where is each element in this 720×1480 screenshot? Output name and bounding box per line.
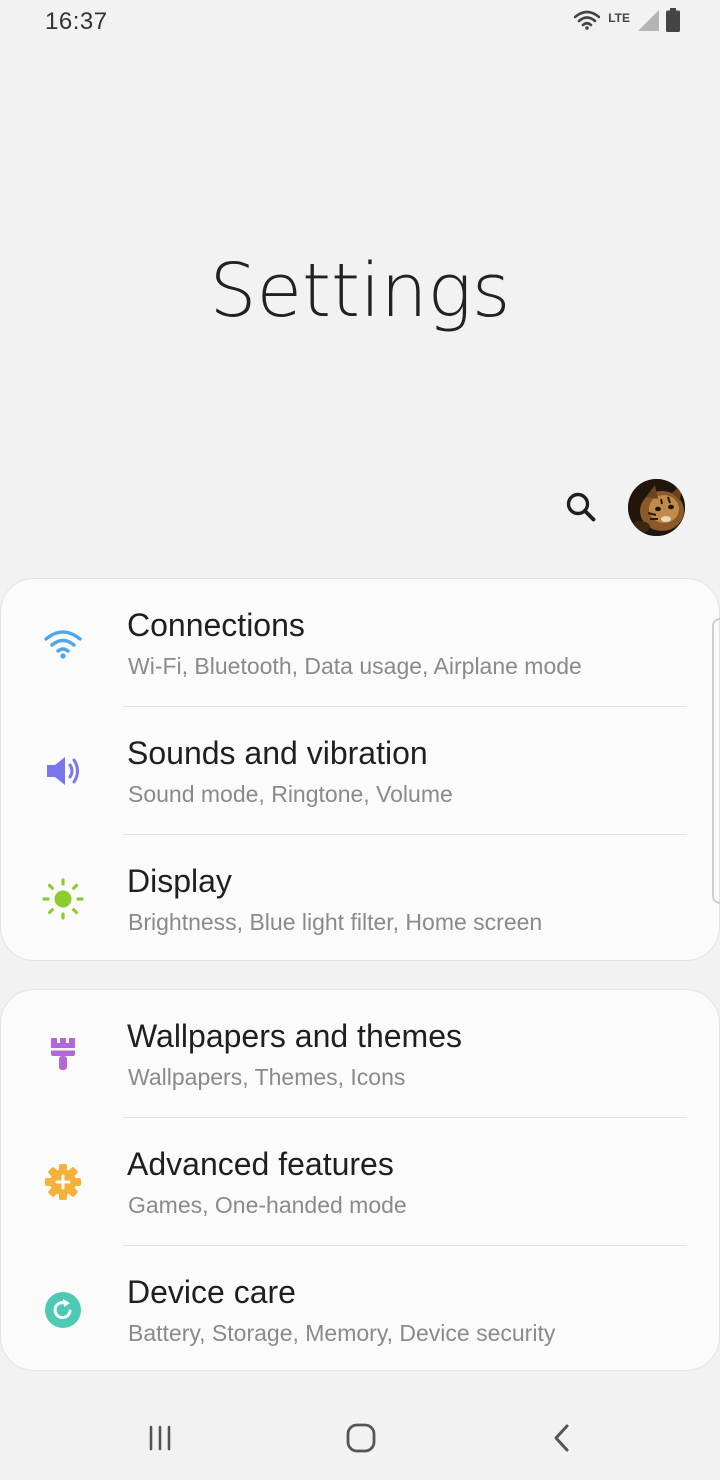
cell-signal-icon <box>636 8 660 37</box>
item-subtitle: Wallpapers, Themes, Icons <box>128 1064 406 1090</box>
settings-group-2: Wallpapers and themes Wallpapers, Themes… <box>0 989 720 1371</box>
item-subtitle: Games, One-handed mode <box>128 1192 407 1218</box>
item-title: Connections <box>127 607 305 643</box>
avatar-image <box>628 479 685 536</box>
item-title: Advanced features <box>127 1146 394 1182</box>
item-title: Display <box>127 863 232 899</box>
profile-avatar[interactable] <box>628 479 685 536</box>
search-icon <box>565 491 597 528</box>
scroll-indicator[interactable] <box>712 618 720 904</box>
settings-item-device-care[interactable]: Device care Battery, Storage, Memory, De… <box>1 1246 719 1370</box>
item-title: Device care <box>127 1274 296 1310</box>
brightness-icon <box>41 877 85 921</box>
item-title: Sounds and vibration <box>127 735 428 771</box>
settings-item-connections[interactable]: Connections Wi-Fi, Bluetooth, Data usage… <box>1 579 719 707</box>
paintbrush-icon <box>41 1032 85 1076</box>
settings-group-1: Connections Wi-Fi, Bluetooth, Data usage… <box>0 578 720 961</box>
settings-item-wallpapers[interactable]: Wallpapers and themes Wallpapers, Themes… <box>1 990 719 1118</box>
recents-button[interactable] <box>140 1420 180 1460</box>
recents-icon <box>145 1424 175 1457</box>
device-care-icon <box>41 1288 85 1332</box>
battery-icon <box>666 7 680 37</box>
status-icons: LTE <box>573 7 680 37</box>
gear-plus-icon <box>41 1160 85 1204</box>
page-title: Settings <box>209 248 511 334</box>
item-subtitle: Sound mode, Ringtone, Volume <box>128 781 453 807</box>
wifi-signal-icon <box>573 10 601 35</box>
back-icon <box>549 1422 577 1459</box>
item-subtitle: Wi-Fi, Bluetooth, Data usage, Airplane m… <box>128 653 582 679</box>
search-button[interactable] <box>560 488 602 530</box>
settings-item-sounds[interactable]: Sounds and vibration Sound mode, Rington… <box>1 707 719 835</box>
network-type-label: LTE <box>608 11 630 25</box>
home-button[interactable] <box>341 1420 381 1460</box>
settings-item-display[interactable]: Display Brightness, Blue light filter, H… <box>1 835 719 960</box>
status-bar: 16:37 LTE <box>0 0 720 44</box>
navigation-bar <box>0 1398 720 1480</box>
wifi-icon <box>41 621 85 665</box>
item-title: Wallpapers and themes <box>127 1018 462 1054</box>
settings-item-advanced-features[interactable]: Advanced features Games, One-handed mode <box>1 1118 719 1246</box>
settings-screen: 16:37 LTE Settings Connections Wi-Fi, Bl… <box>0 0 720 1480</box>
item-subtitle: Brightness, Blue light filter, Home scre… <box>128 909 543 935</box>
home-icon <box>345 1422 377 1459</box>
volume-icon <box>41 749 85 793</box>
back-button[interactable] <box>543 1420 583 1460</box>
item-subtitle: Battery, Storage, Memory, Device securit… <box>128 1320 556 1346</box>
status-time: 16:37 <box>45 8 108 35</box>
